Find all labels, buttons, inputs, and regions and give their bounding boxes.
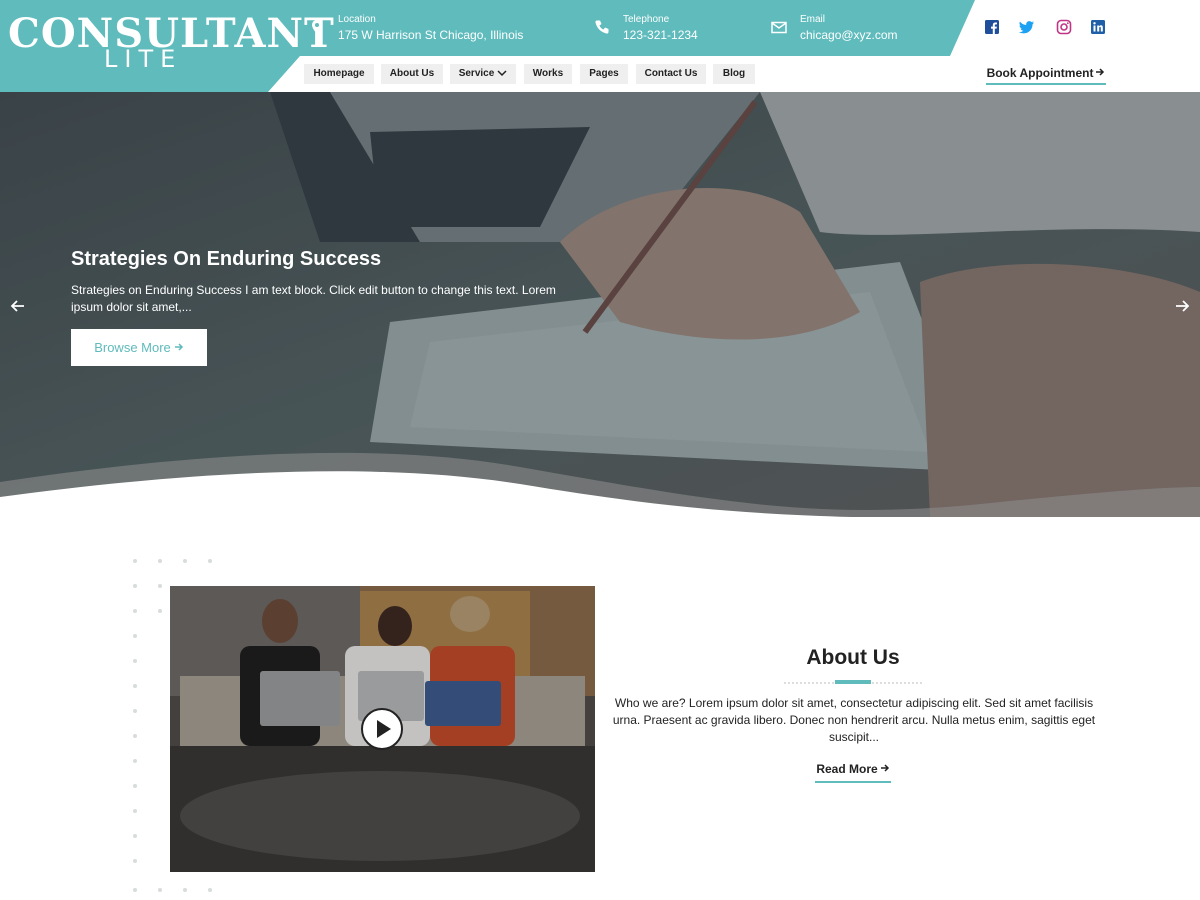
instagram-icon[interactable] — [1056, 19, 1072, 35]
nav-service[interactable]: Service — [450, 64, 516, 84]
browse-more-label: Browse More — [94, 340, 171, 355]
book-appointment-label: Book Appointment — [986, 66, 1094, 80]
about-text: Who we are? Lorem ipsum dolor sit amet, … — [612, 696, 1096, 744]
twitter-icon[interactable] — [1019, 19, 1035, 35]
linkedin-icon[interactable] — [1090, 19, 1106, 35]
contact-value: chicago@xyz.com — [800, 28, 898, 42]
contact-label: Telephone — [623, 14, 670, 25]
nav-about-us[interactable]: About Us — [381, 64, 443, 84]
contact-label: Location — [338, 14, 376, 25]
nav-blog[interactable]: Blog — [713, 64, 755, 84]
hero-slider: Strategies On Enduring Success Strategie… — [0, 92, 1200, 517]
nav-contact-us[interactable]: Contact Us — [636, 64, 706, 84]
hero-text: Strategies on Enduring Success I am text… — [71, 283, 556, 314]
nav-pages[interactable]: Pages — [580, 64, 628, 84]
arrow-right-icon — [1096, 68, 1105, 76]
envelope-icon — [771, 21, 787, 34]
arrow-right-icon — [880, 764, 889, 772]
hero-title: Strategies On Enduring Success — [71, 248, 382, 270]
facebook-icon[interactable] — [984, 19, 1000, 35]
nav-service-label: Service — [458, 68, 495, 79]
play-icon[interactable] — [360, 707, 404, 751]
site-logo[interactable]: CONSULTANT LITE — [8, 12, 334, 73]
chevron-down-icon — [497, 70, 507, 77]
nav-homepage[interactable]: Homepage — [304, 64, 374, 84]
title-accent-bar — [835, 680, 871, 684]
nav-works[interactable]: Works — [524, 64, 572, 84]
slider-prev-arrow-icon[interactable] — [10, 298, 26, 314]
about-title: About Us — [806, 646, 900, 669]
phone-icon — [595, 20, 609, 34]
contact-label: Email — [800, 14, 826, 25]
arrow-right-icon — [174, 343, 183, 351]
logo-sub-text: LITE — [104, 45, 183, 73]
map-pin-icon — [312, 20, 322, 34]
browse-more-button[interactable]: Browse More — [71, 329, 207, 366]
book-appointment-button[interactable]: Book Appointment — [986, 65, 1106, 85]
about-video[interactable] — [170, 586, 595, 872]
site-header: CONSULTANT LITE Location 175 W Harrison … — [0, 0, 1200, 92]
contact-value: 123-321-1234 — [623, 28, 698, 42]
contact-location: Location 175 W Harrison St Chicago, Illi… — [309, 13, 539, 53]
contact-email: Email chicago@xyz.com — [771, 13, 921, 53]
contact-value: 175 W Harrison St Chicago, Illinois — [338, 28, 524, 42]
read-more-label: Read More — [816, 762, 878, 776]
read-more-button[interactable]: Read More — [815, 761, 891, 783]
contact-telephone: Telephone 123-321-1234 — [594, 13, 724, 53]
slider-next-arrow-icon[interactable] — [1174, 298, 1190, 314]
